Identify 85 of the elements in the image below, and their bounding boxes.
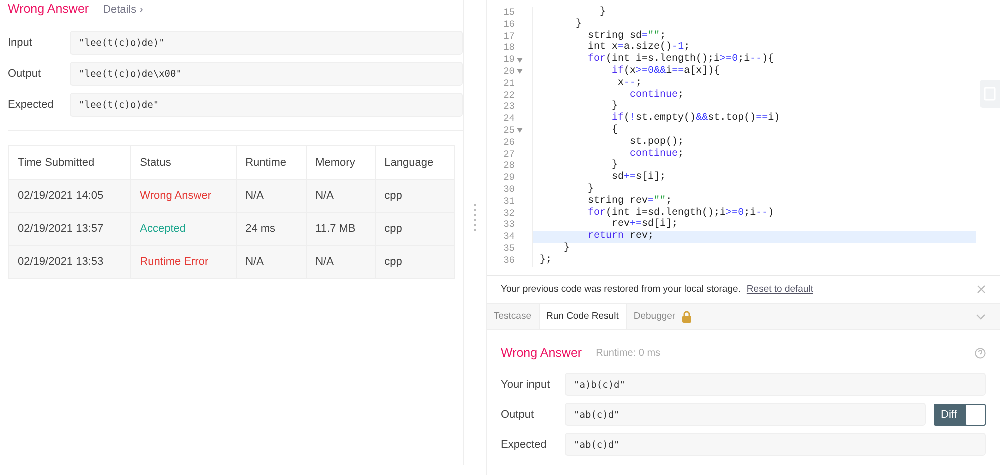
line-number: 25 — [502, 124, 515, 137]
field-label: Input — [8, 37, 34, 49]
line-number: 33 — [502, 219, 515, 232]
value-field: "lee(t(c)o)de\x00" — [70, 62, 463, 86]
line-number: 15 — [502, 7, 515, 19]
code-line: x--; — [617, 78, 644, 90]
table-cell: 24 ms — [236, 212, 306, 246]
code-line: if(x>=0&&i==a[x]){ — [611, 66, 722, 78]
fold-arrow-icon[interactable] — [517, 128, 523, 134]
tab[interactable]: Run Code Result — [538, 304, 627, 329]
result-verdict: Wrong Answer — [501, 346, 582, 360]
code-line: string sd=""; — [587, 30, 666, 42]
line-number: 31 — [502, 196, 515, 208]
help-icon[interactable] — [975, 348, 986, 358]
value-field: "lee(t(c)o)de" — [70, 93, 463, 117]
code-line: st.pop(); — [629, 136, 686, 148]
line-number: 24 — [502, 113, 515, 125]
line-number: 17 — [502, 30, 515, 42]
code-line: }; — [539, 254, 554, 267]
line-number: 29 — [502, 172, 515, 184]
line-number: 21 — [502, 78, 515, 90]
field-label: Expected — [8, 99, 55, 111]
table-cell: 02/19/2021 14:05 — [8, 180, 131, 212]
table-cell: cpp — [375, 246, 454, 278]
reset-link[interactable]: Reset to default — [746, 284, 814, 295]
code-line: } — [611, 101, 620, 112]
runtime-text: Runtime: 0 ms — [596, 348, 661, 358]
line-number: 35 — [502, 242, 515, 255]
line-number: 36 — [502, 254, 515, 267]
table-cell: cpp — [375, 180, 454, 212]
value-field: "ab(c)d" — [565, 433, 986, 456]
line-number: 34 — [502, 231, 515, 243]
field-label: Your input — [501, 378, 552, 390]
code-line: int x=a.size()-1; — [587, 42, 692, 54]
table-cell: N/A — [306, 246, 376, 278]
value-field: "lee(t(c)o)de)" — [70, 31, 463, 55]
code-line: continue; — [629, 148, 686, 160]
value-field: "a)b(c)d" — [565, 373, 986, 396]
diff-toggle[interactable]: Diff — [934, 404, 986, 426]
status-cell[interactable]: Wrong Answer — [130, 180, 236, 212]
line-number: 16 — [502, 18, 515, 31]
table-cell: 02/19/2021 13:57 — [8, 212, 131, 246]
line-number: 20 — [502, 66, 515, 78]
line-number: 18 — [502, 42, 515, 54]
table-cell: N/A — [236, 180, 306, 212]
code-line: string rev=""; — [587, 196, 674, 208]
tab[interactable]: Testcase — [487, 304, 538, 329]
column-header: Time Submitted — [8, 146, 131, 180]
code-line: } — [575, 18, 584, 31]
field-label: Output — [8, 68, 42, 80]
table-cell: 02/19/2021 13:53 — [8, 246, 131, 278]
status-cell[interactable]: Accepted — [130, 212, 236, 246]
code-line: for(int i=sd.length();i>=0;i--) — [587, 208, 776, 219]
code-line: } — [563, 242, 572, 255]
code-line: rev+=sd[i]; — [611, 219, 680, 231]
chevron-down-icon[interactable] — [976, 314, 986, 320]
line-number: 19 — [502, 54, 515, 66]
table-cell: N/A — [236, 246, 306, 278]
notice-text: Your previous code was restored from your local storage. — [501, 284, 741, 295]
field-label: Output — [501, 408, 536, 420]
value-field: "ab(c)d" — [565, 403, 926, 426]
line-number: 28 — [502, 160, 515, 172]
code-line: } — [587, 184, 596, 196]
close-icon[interactable] — [977, 285, 986, 294]
code-line: for(int i=s.length();i>=0;i--){ — [587, 54, 776, 66]
code-line: } — [599, 7, 608, 19]
table-cell: 11.7 MB — [306, 212, 376, 246]
table-cell: cpp — [375, 212, 454, 246]
line-number: 27 — [502, 148, 515, 160]
code-line: sd+=s[i]; — [611, 172, 668, 184]
status-cell[interactable]: Runtime Error — [130, 246, 236, 278]
details-link[interactable]: Details › — [103, 4, 144, 16]
code-line: if(!st.empty()&&st.top()==i) — [611, 113, 782, 124]
line-number: 23 — [502, 101, 515, 114]
line-number: 32 — [502, 208, 515, 220]
line-number: 26 — [502, 136, 515, 149]
code-line: { — [611, 124, 620, 137]
tab[interactable]: Debugger — [626, 304, 699, 329]
field-label: Expected — [501, 438, 548, 450]
table-cell: N/A — [306, 180, 376, 212]
code-line: continue; — [629, 90, 686, 102]
line-number: 30 — [502, 184, 515, 196]
verdict-title: Wrong Answer — [8, 2, 90, 16]
line-number: 22 — [502, 90, 515, 102]
code-line: } — [611, 160, 620, 172]
